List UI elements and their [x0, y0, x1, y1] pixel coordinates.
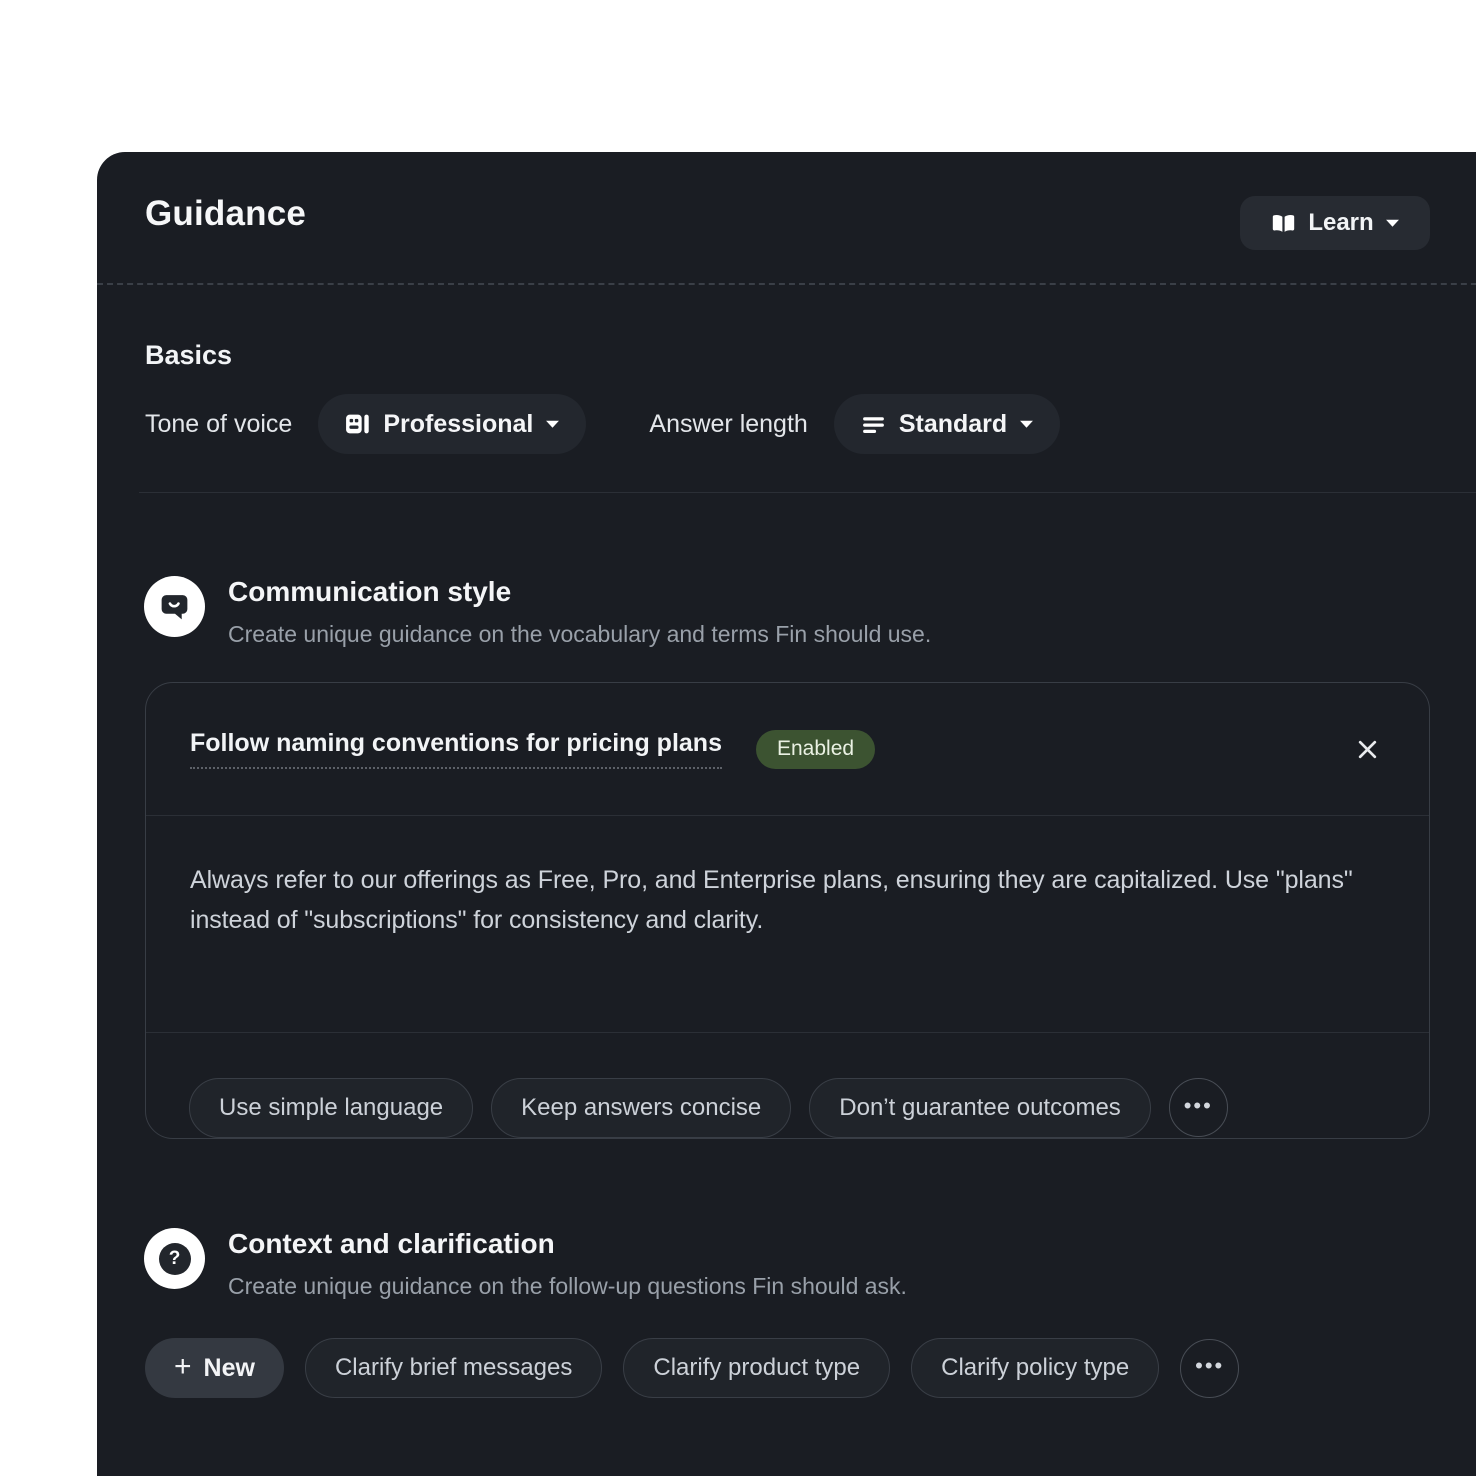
guidance-body-text[interactable]: Always refer to our offerings as Free, P… — [146, 816, 1429, 1032]
ellipsis-icon: ••• — [1184, 1093, 1213, 1119]
guidance-title[interactable]: Follow naming conventions for pricing pl… — [190, 729, 722, 769]
chevron-down-icon — [1385, 218, 1400, 228]
lines-icon — [860, 411, 887, 438]
ellipsis-icon: ••• — [1195, 1353, 1224, 1379]
close-button[interactable] — [1350, 732, 1385, 767]
chevron-down-icon — [1019, 419, 1034, 429]
suggestion-clarify-brief-messages[interactable]: Clarify brief messages — [305, 1338, 602, 1398]
suggestion-clarify-product-type[interactable]: Clarify product type — [623, 1338, 890, 1398]
length-value: Standard — [899, 410, 1007, 439]
suggestion-dont-guarantee-outcomes[interactable]: Don’t guarantee outcomes — [809, 1078, 1151, 1138]
chevron-down-icon — [545, 419, 560, 429]
answer-length-label: Answer length — [649, 410, 807, 439]
basics-heading: Basics — [145, 340, 232, 371]
new-label: New — [204, 1354, 255, 1383]
context-actions-row: + New Clarify brief messages Clarify pro… — [145, 1338, 1239, 1398]
tone-of-voice-dropdown[interactable]: Professional — [318, 394, 586, 454]
communication-section-header: Communication style Create unique guidan… — [144, 576, 931, 648]
more-context-button[interactable]: ••• — [1180, 1339, 1239, 1398]
answer-length-dropdown[interactable]: Standard — [834, 394, 1060, 454]
guidance-card: Follow naming conventions for pricing pl… — [145, 682, 1430, 1139]
learn-label: Learn — [1308, 209, 1373, 237]
question-icon: ? — [144, 1228, 205, 1289]
communication-subtitle: Create unique guidance on the vocabulary… — [228, 621, 931, 648]
basics-row: Tone of voice Professional Answer leng — [145, 394, 1060, 454]
guidance-panel: Guidance Learn Basics Tone of voice — [97, 152, 1476, 1476]
suggestion-clarify-policy-type[interactable]: Clarify policy type — [911, 1338, 1159, 1398]
suggestion-keep-answers-concise[interactable]: Keep answers concise — [491, 1078, 791, 1138]
context-subtitle: Create unique guidance on the follow-up … — [228, 1273, 907, 1300]
page-title: Guidance — [145, 194, 306, 234]
suggestion-row: Use simple language Keep answers concise… — [146, 1033, 1429, 1138]
context-section-header: ? Context and clarification Create uniqu… — [144, 1228, 907, 1300]
context-title: Context and clarification — [228, 1228, 907, 1260]
tone-icon — [344, 411, 371, 438]
plus-icon: + — [174, 1352, 192, 1385]
tone-value: Professional — [383, 410, 533, 439]
header-divider — [97, 283, 1476, 285]
learn-button[interactable]: Learn — [1240, 196, 1430, 250]
guidance-card-header: Follow naming conventions for pricing pl… — [146, 683, 1429, 815]
more-suggestions-button[interactable]: ••• — [1169, 1078, 1228, 1137]
tone-of-voice-label: Tone of voice — [145, 410, 292, 439]
question-mark-glyph: ? — [169, 1248, 181, 1270]
status-badge: Enabled — [756, 730, 875, 769]
screenshot-stage: Guidance Learn Basics Tone of voice — [0, 0, 1476, 1476]
basics-divider — [139, 492, 1476, 493]
new-guidance-button[interactable]: + New — [145, 1338, 284, 1398]
close-icon — [1356, 738, 1379, 761]
suggestion-use-simple-language[interactable]: Use simple language — [189, 1078, 473, 1138]
chat-bubble-icon — [144, 576, 205, 637]
book-icon — [1270, 210, 1297, 237]
communication-title: Communication style — [228, 576, 931, 608]
